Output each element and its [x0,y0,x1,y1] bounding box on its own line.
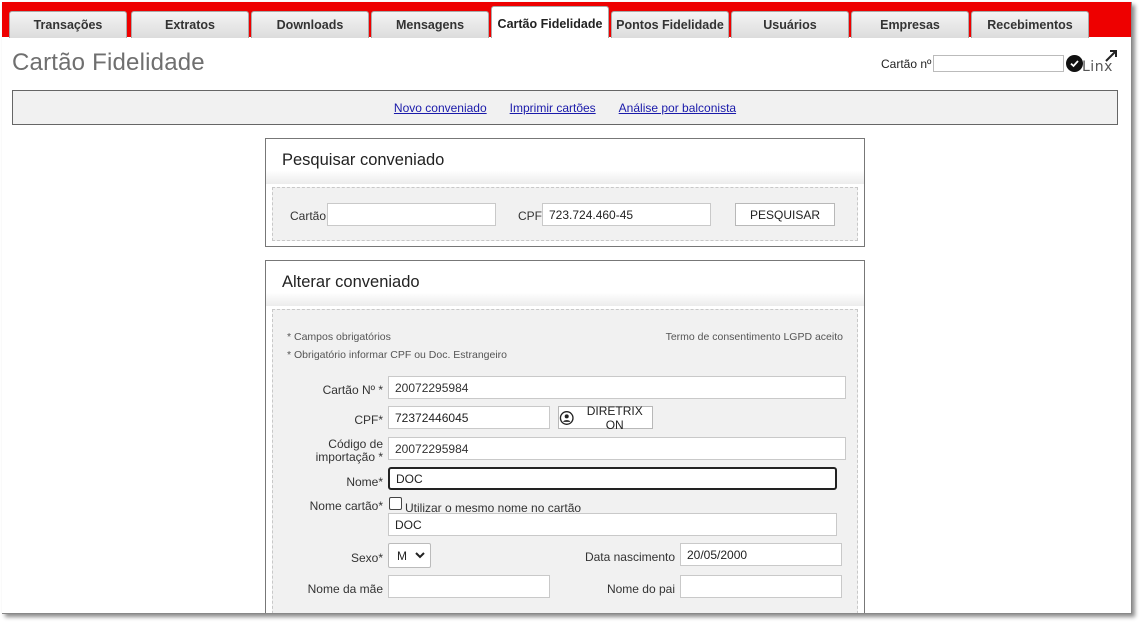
search-form: Cartão CPF PESQUISAR [272,187,858,241]
search-cpf-label: CPF [518,209,542,223]
edit-panel-title: Alterar conveniado [266,261,864,306]
tab-downloads[interactable]: Downloads [251,11,369,38]
chevron-down-icon [415,552,425,559]
father-name-label: Nome do pai [606,582,675,596]
clerk-analysis-link[interactable]: Análise por balconista [619,101,736,115]
action-links-bar: Novo conveniado Imprimir cartões Análise… [12,90,1118,125]
import-code-field[interactable] [388,437,846,460]
tab-usuarios[interactable]: Usuários [731,11,849,38]
card-lookup: Cartão nº [881,55,1084,72]
cpf-field[interactable] [388,406,550,429]
search-card-input[interactable] [327,203,496,226]
page-title: Cartão Fidelidade [12,49,205,76]
sex-label: Sexo* [350,551,383,565]
search-panel-title: Pesquisar conveniado [266,139,864,184]
same-name-checkbox[interactable] [389,497,402,510]
tab-pontos-fidelidade[interactable]: Pontos Fidelidade [611,11,729,38]
card-number-label: Cartão Nº * [322,383,383,397]
mother-name-field[interactable] [388,575,550,598]
card-lookup-input[interactable] [933,55,1065,72]
tab-extratos[interactable]: Extratos [131,11,249,38]
cpf-required-note: * Obrigatório informar CPF ou Doc. Estra… [287,349,508,361]
tab-empresas[interactable]: Empresas [851,11,969,38]
new-member-link[interactable]: Novo conveniado [394,101,487,115]
tab-mensagens[interactable]: Mensagens [371,11,489,38]
search-card-label: Cartão [290,209,327,223]
card-name-label: Nome cartão* [309,499,383,513]
search-button[interactable]: PESQUISAR [735,203,835,226]
card-lookup-label: Cartão nº [881,56,932,71]
edit-form: * Campos obrigatórios * Obrigatório info… [272,309,858,613]
linx-logo: Linx [1080,49,1120,77]
name-field[interactable] [388,467,837,490]
user-search-icon [559,410,574,425]
birth-date-label: Data nascimento [584,550,675,564]
tab-recebimentos[interactable]: Recebimentos [971,11,1089,38]
app-window: Transações Extratos Downloads Mensagens … [2,2,1132,614]
tab-transacoes[interactable]: Transações [9,11,127,38]
diretrix-button[interactable]: DIRETRIX ON [558,403,653,432]
edit-member-panel: Alterar conveniado * Campos obrigatórios… [265,260,865,613]
required-fields-note: * Campos obrigatórios [287,331,391,343]
sex-select-value: M [397,548,407,563]
main-tab-bar: Transações Extratos Downloads Mensagens … [2,2,1131,38]
tab-cartao-fidelidade[interactable]: Cartão Fidelidade [491,6,609,38]
lgpd-consent-status: Termo de consentimento LGPD aceito [665,331,843,343]
sex-select[interactable]: M [388,543,431,568]
print-cards-link[interactable]: Imprimir cartões [510,101,596,115]
card-number-field[interactable] [388,376,846,399]
father-name-field[interactable] [680,575,842,598]
search-cpf-input[interactable] [542,203,711,226]
cpf-label: CPF* [354,413,383,427]
import-code-label-line2: importação * [315,450,383,464]
card-name-field[interactable] [388,513,837,536]
mother-name-label: Nome da mãe [307,582,383,596]
birth-date-field[interactable] [680,543,842,566]
logo-mark-icon [1105,50,1117,62]
search-member-panel: Pesquisar conveniado Cartão CPF PESQUISA… [265,138,865,247]
name-label: Nome* [346,475,383,489]
diretrix-button-label: DIRETRIX ON [586,403,643,432]
